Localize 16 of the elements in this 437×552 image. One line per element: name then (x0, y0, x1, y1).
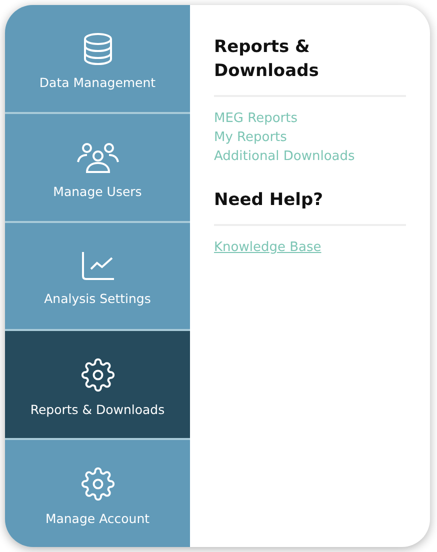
sidebar-item[interactable]: Manage Users (5, 114, 190, 221)
menu-link[interactable]: Additional Downloads (214, 149, 355, 164)
section-heading: Reports & Downloads (214, 35, 406, 97)
menu-link[interactable]: My Reports (214, 130, 287, 145)
database-icon (82, 32, 112, 65)
menu-link[interactable]: MEG Reports (214, 111, 298, 126)
line-chart-icon (80, 251, 114, 282)
settings-icon (80, 358, 114, 392)
section-heading: Need Help? (214, 188, 406, 226)
sidebar-item[interactable]: Reports & Downloads (5, 331, 190, 438)
users-icon (76, 142, 118, 174)
menu-link[interactable]: Knowledge Base (214, 240, 322, 255)
settings-icon (80, 467, 114, 502)
sidebar-item[interactable]: Data Management (5, 5, 190, 112)
sidebar-item[interactable]: Analysis Settings (5, 222, 190, 330)
sidebar-item[interactable]: Manage Account (5, 440, 190, 547)
